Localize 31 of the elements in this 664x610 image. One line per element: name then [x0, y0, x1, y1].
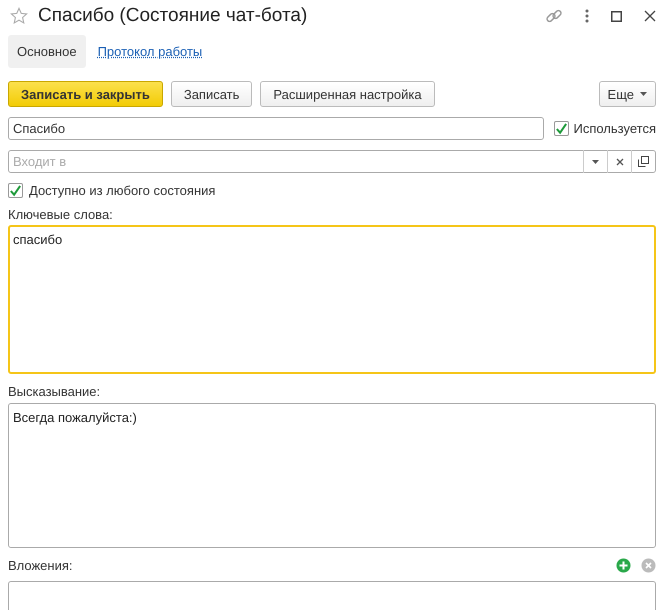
caret-icon: [592, 160, 599, 164]
more-button[interactable]: Еще: [598, 81, 656, 107]
close-icon: [616, 158, 624, 166]
combo-box[interactable]: Входит в: [8, 150, 656, 173]
tab[interactable]: Протокол работы: [98, 34, 202, 68]
field-label: Высказывание:: [7, 384, 102, 400]
attachments-list[interactable]: [8, 581, 656, 610]
field-label: Вложения:: [8, 558, 74, 573]
tab[interactable]: Основное: [8, 34, 86, 68]
link-icon[interactable]: [545, 7, 563, 25]
window-title: Спасибо (Состояние чат-бота): [38, 5, 308, 27]
toolbar-button[interactable]: Записать и закрыть: [8, 81, 163, 107]
star-icon[interactable]: [10, 7, 28, 25]
close-icon[interactable]: [644, 10, 656, 22]
checkbox-label: Используется: [573, 121, 656, 136]
parent-field[interactable]: Входит в: [9, 154, 583, 169]
more-icon[interactable]: [585, 9, 589, 23]
keywords-field[interactable]: спасибо: [8, 225, 656, 374]
maximize-icon[interactable]: [611, 10, 622, 22]
name-field[interactable]: Спасибо: [8, 117, 544, 140]
caret-icon: [640, 92, 647, 96]
checkbox[interactable]: [554, 121, 570, 136]
toolbar-button[interactable]: Записать: [170, 81, 252, 107]
checkbox-label: Доступно из любого состояния: [29, 183, 216, 198]
add-icon[interactable]: [616, 558, 631, 573]
copy-icon: [638, 156, 649, 167]
toolbar-button[interactable]: Расширенная настройка: [260, 81, 435, 107]
utterance-field[interactable]: Всегда пожалуйста:): [8, 403, 656, 548]
field-label: Ключевые слова:: [7, 207, 114, 223]
remove-icon[interactable]: [641, 558, 656, 573]
checkbox[interactable]: [8, 183, 23, 198]
